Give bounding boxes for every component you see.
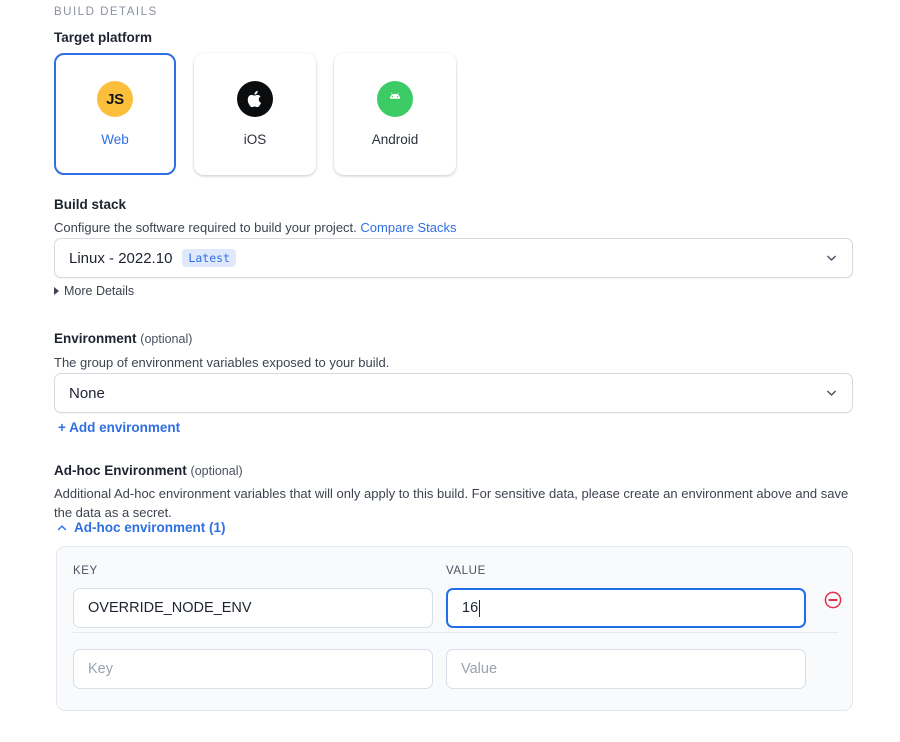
target-platform-label: Target platform (54, 30, 153, 45)
platform-card-ios[interactable]: iOS (194, 53, 316, 175)
platform-label-web: Web (101, 132, 129, 147)
environment-selected-value: None (69, 384, 105, 402)
value-input-new-row[interactable]: Value (446, 649, 806, 689)
target-platform-options: JS Web iOS Android (54, 53, 456, 175)
environment-helper: The group of environment variables expos… (54, 355, 390, 370)
platform-label-android: Android (371, 132, 419, 147)
build-details-form: BUILD DETAILS Target platform JS Web iOS (0, 0, 900, 742)
environment-optional-text: (optional) (140, 332, 193, 346)
text-cursor (479, 599, 481, 617)
adhoc-environment-panel: KEY VALUE OVERRIDE_NODE_ENV 16 Key Value (56, 546, 853, 711)
value-input-row-1[interactable]: 16 (446, 588, 806, 628)
build-stack-label: Build stack (54, 197, 127, 212)
build-stack-selected-value: Linux - 2022.10 (69, 249, 173, 267)
adhoc-environment-label-text: Ad-hoc Environment (54, 463, 187, 478)
build-stack-select[interactable]: Linux - 2022.10 Latest (54, 238, 853, 278)
add-environment-button[interactable]: + Add environment (58, 420, 180, 435)
more-details-toggle[interactable]: More Details (54, 284, 134, 298)
more-details-label: More Details (64, 284, 135, 298)
key-input-row-1[interactable]: OVERRIDE_NODE_ENV (73, 588, 433, 628)
environment-label: Environment (optional) (54, 331, 192, 346)
js-icon-text: JS (106, 90, 124, 108)
apple-icon (237, 81, 273, 117)
environment-select[interactable]: None (54, 373, 853, 413)
build-stack-helper: Configure the software required to build… (54, 219, 457, 238)
row-divider (73, 632, 838, 633)
value-input-row-1-text: 16 (462, 600, 479, 616)
remove-circle-icon[interactable] (823, 590, 843, 610)
triangle-right-icon (54, 287, 59, 295)
adhoc-environment-toggle[interactable]: Ad-hoc environment (1) (56, 520, 226, 535)
chevron-down-icon (827, 255, 836, 261)
chevron-down-icon (827, 390, 836, 396)
compare-stacks-link[interactable]: Compare Stacks (360, 220, 456, 235)
section-eyebrow: BUILD DETAILS (54, 6, 158, 18)
android-icon (377, 81, 413, 117)
adhoc-environment-helper: Additional Ad-hoc environment variables … (54, 486, 849, 520)
platform-label-ios: iOS (243, 132, 267, 147)
build-stack-helper-text: Configure the software required to build… (54, 220, 357, 235)
latest-badge: Latest (182, 248, 236, 268)
adhoc-environment-optional-text: (optional) (190, 464, 243, 478)
key-column-header: KEY (73, 565, 98, 577)
platform-card-web[interactable]: JS Web (54, 53, 176, 175)
value-column-header: VALUE (446, 565, 486, 577)
adhoc-environment-label: Ad-hoc Environment (optional) (54, 463, 243, 478)
adhoc-environment-toggle-label: Ad-hoc environment (1) (74, 520, 226, 535)
platform-card-android[interactable]: Android (334, 53, 456, 175)
environment-label-text: Environment (54, 331, 137, 346)
chevron-up-icon (57, 524, 67, 530)
key-input-new-row[interactable]: Key (73, 649, 433, 689)
js-icon: JS (97, 81, 133, 117)
